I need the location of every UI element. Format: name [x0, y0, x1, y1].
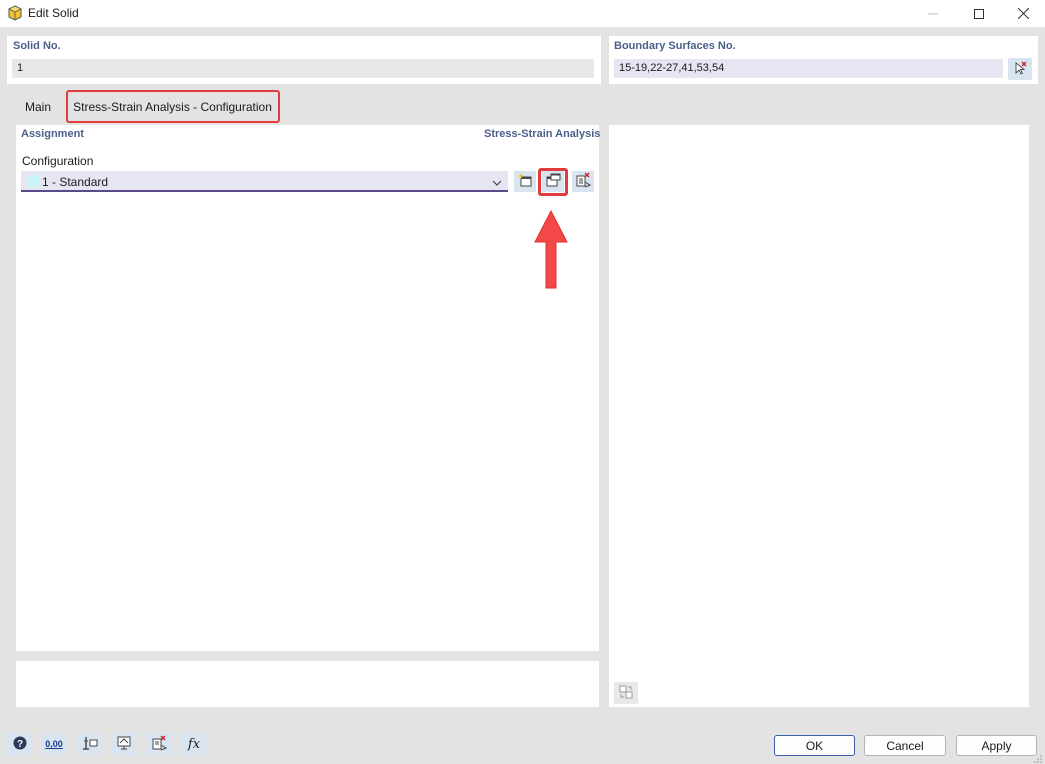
resize-grip-icon[interactable] — [1034, 753, 1043, 764]
formula-icon: fx — [187, 736, 201, 752]
boundary-surfaces-label: Boundary Surfaces No. — [614, 40, 736, 52]
pick-cursor-icon — [1012, 60, 1028, 79]
ok-button[interactable]: OK — [774, 735, 855, 756]
preview-toggle-button[interactable] — [614, 682, 638, 704]
new-config-icon — [517, 172, 533, 191]
model-button[interactable] — [78, 733, 102, 755]
apply-button[interactable]: Apply — [956, 735, 1037, 756]
units-icon: 0,00 — [45, 739, 63, 749]
configuration-select[interactable]: 1 - Standard — [21, 171, 508, 192]
delete-config-icon — [575, 172, 592, 191]
svg-text:?: ? — [17, 739, 23, 750]
cancel-button[interactable]: Cancel — [864, 735, 946, 756]
tab-highlight-annotation — [66, 90, 280, 123]
close-button[interactable] — [1000, 0, 1045, 27]
window-title: Edit Solid — [28, 6, 79, 20]
display-icon — [116, 735, 132, 754]
configuration-label: Configuration — [22, 154, 94, 168]
config-color-swatch — [27, 175, 39, 187]
new-config-button[interactable] — [514, 171, 536, 192]
delete-config-button[interactable] — [572, 171, 594, 192]
chevron-down-icon — [492, 176, 502, 190]
minimize-button[interactable] — [910, 0, 956, 27]
help-button[interactable]: ? — [8, 733, 32, 755]
swap-view-icon — [618, 684, 634, 703]
solid-number-field[interactable]: 1 — [12, 59, 594, 78]
display-button[interactable] — [112, 733, 136, 755]
edit-button-highlight-annotation — [538, 168, 568, 196]
formula-button[interactable]: fx — [182, 733, 206, 755]
pick-surfaces-button[interactable] — [1008, 58, 1032, 80]
delete-selection-icon — [151, 735, 168, 754]
tab-main[interactable]: Main — [16, 95, 60, 119]
red-arrow-annotation — [534, 208, 568, 297]
solid-number-label: Solid No. — [13, 40, 61, 52]
model-icon — [82, 735, 98, 754]
configuration-value: 1 - Standard — [42, 175, 109, 189]
help-icon: ? — [12, 735, 28, 754]
assignment-header: Assignment — [21, 128, 84, 140]
title-bar: Edit Solid — [0, 0, 1045, 27]
comment-panel[interactable] — [16, 661, 599, 707]
boundary-surfaces-field[interactable]: 15-19,22-27,41,53,54 — [614, 59, 1003, 78]
preview-panel — [609, 125, 1029, 707]
assignment-panel — [16, 125, 599, 651]
maximize-button[interactable] — [956, 0, 1002, 27]
stress-strain-header: Stress-Strain Analysis — [484, 128, 601, 140]
delete-selection-button[interactable] — [147, 733, 171, 755]
units-button[interactable]: 0,00 — [42, 733, 66, 755]
cube-app-icon — [7, 5, 23, 21]
